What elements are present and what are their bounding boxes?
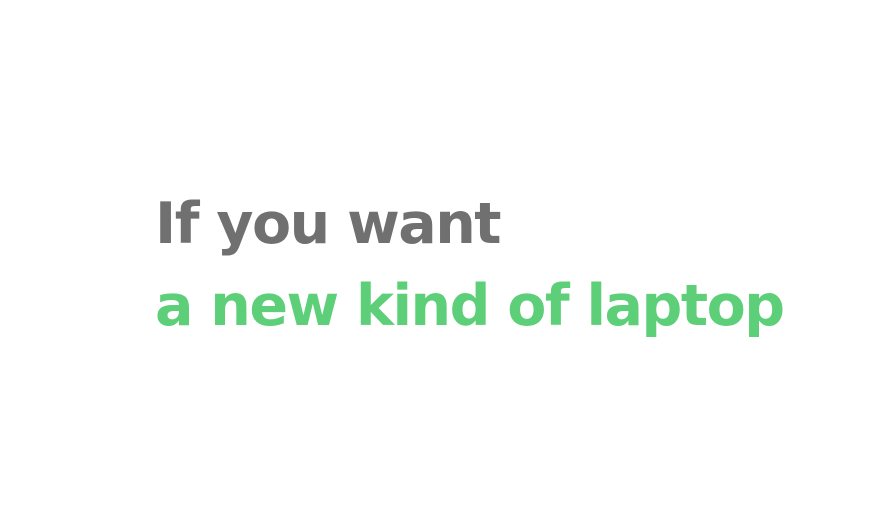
headline-line-1: If you want	[155, 191, 502, 257]
headline: If you want a new kind of laptop	[155, 183, 785, 347]
slide-frame: If you want a new kind of laptop	[0, 0, 880, 519]
headline-line-2: a new kind of laptop	[155, 273, 785, 339]
